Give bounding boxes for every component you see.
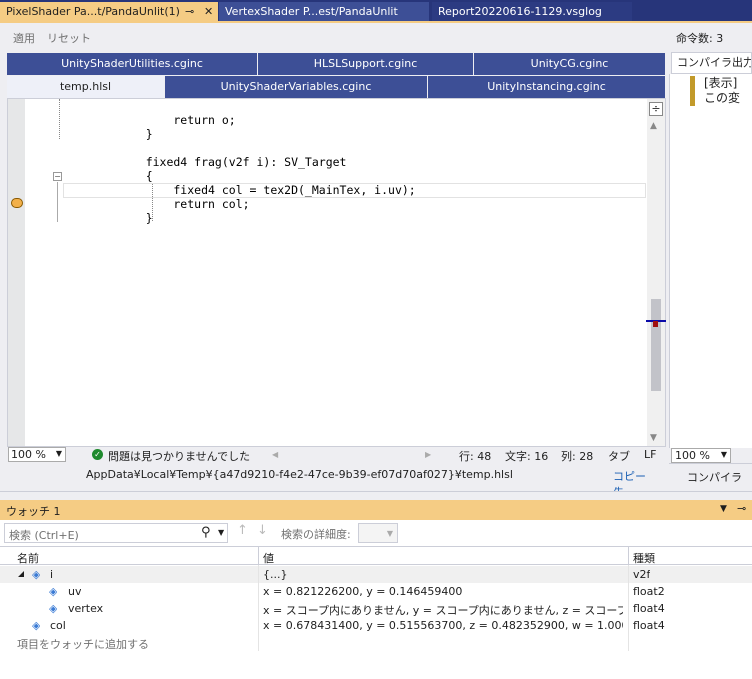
search-depth-label: 検索の詳細度: (281, 528, 351, 541)
scroll-down-icon[interactable]: ▼ (650, 433, 657, 443)
watch-name: vertex (68, 602, 104, 615)
watch-value: x = 0.678431400, y = 0.515563700, z = 0.… (263, 619, 623, 632)
code-line: return col; (118, 197, 250, 211)
watch-row[interactable]: ◈ vertex x = スコープ内にありません, y = スコープ内にありませ… (0, 600, 752, 617)
collapse-icon[interactable]: − (53, 172, 62, 181)
editor-status-bar: 100 % ▼ ✓ 問題は見つかりませんでした ◀ ▶ 行: 48 文字: 16 … (7, 447, 666, 463)
watch-value: x = スコープ内にありません, y = スコープ内にありません, z = スコ… (263, 604, 623, 617)
instruction-count: 命令数: 3 (676, 32, 724, 45)
watch-type: float4 (633, 602, 665, 615)
field-icon: ◈ (49, 602, 58, 615)
col-number: 列: 28 (561, 450, 594, 463)
reset-button[interactable]: リセット (47, 30, 91, 46)
tab-label: VertexShader P...est/PandaUnlit (225, 5, 398, 18)
watch-type: float2 (633, 585, 665, 598)
scroll-right-icon[interactable]: ▶ (425, 450, 431, 459)
search-depth-select[interactable]: ▼ (358, 523, 398, 543)
tab-pixelshader[interactable]: PixelShader Pa...t/PandaUnlit(1) ⊸ ✕ (0, 2, 218, 21)
tab-compiler-output[interactable]: コンパイラ出力 (671, 52, 752, 74)
split-icon[interactable]: ÷ (649, 102, 663, 116)
fold-line (57, 182, 58, 222)
breakpoint-marker (653, 321, 658, 327)
tab-vertexshader[interactable]: VertexShader P...est/PandaUnlit (219, 2, 429, 21)
tab-unityshaderutilities[interactable]: UnityShaderUtilities.cginc (7, 53, 258, 75)
tab-unityshadervariables[interactable]: UnityShaderVariables.cginc (165, 76, 428, 98)
watch-title: ウォッチ 1 (6, 505, 61, 518)
watch-name: i (50, 568, 54, 581)
watch-header: ウォッチ 1 ▼ ⊸ (0, 500, 752, 520)
watch-value: x = 0.821226200, y = 0.146459400 (263, 585, 463, 598)
watch-value: {...} (263, 568, 288, 581)
code-line: { (118, 169, 153, 183)
watch-name: uv (68, 585, 82, 598)
zoom-select[interactable]: 100 % ▼ (8, 447, 66, 462)
tab-unitycg[interactable]: UnityCG.cginc (474, 53, 666, 75)
tab-report[interactable]: Report20220616-1129.vsglog (432, 2, 632, 21)
check-icon: ✓ (92, 449, 103, 460)
eol-mode[interactable]: LF (644, 448, 656, 461)
pin-icon[interactable]: ⊸ (737, 502, 746, 515)
line-number: 行: 48 (459, 450, 492, 463)
watch-type: float4 (633, 619, 665, 632)
col-value-header[interactable]: 値 (263, 550, 274, 566)
editor-gutter (8, 99, 25, 446)
tab-hlslsupport[interactable]: HLSLSupport.cginc (258, 53, 474, 75)
watch-type: v2f (633, 568, 651, 581)
col-name-header[interactable]: 名前 (17, 550, 39, 566)
search-dropdown-icon[interactable]: ▼ (218, 528, 224, 537)
watch-row[interactable]: ◈ uv x = 0.821226200, y = 0.146459400 fl… (0, 583, 752, 600)
change-marker (690, 76, 695, 106)
watch-row[interactable]: ◈ col x = 0.678431400, y = 0.515563700, … (0, 617, 752, 634)
watch-column-header: 名前 値 種類 (0, 546, 752, 565)
watch-row[interactable]: ◢ ◈ i {...} v2f (0, 566, 752, 583)
indent-guide (59, 99, 60, 139)
tab-compiler-bottom[interactable]: コンパイラ (669, 463, 752, 488)
panel-splitter[interactable] (0, 491, 752, 498)
field-icon: ◈ (32, 619, 41, 632)
char-number: 文字: 16 (505, 450, 549, 463)
column-divider (258, 565, 259, 651)
file-path: AppData¥Local¥Temp¥{a47d9210-f4e2-47ce-9… (86, 468, 513, 481)
expand-icon[interactable]: ◢ (18, 569, 24, 578)
field-icon: ◈ (49, 585, 58, 598)
watch-panel: 検索 (Ctrl+E) ⚲ ▼ ↑ ↓ 検索の詳細度: ▼ 名前 値 種類 ◢ … (0, 520, 752, 679)
tab-label: PixelShader Pa...t/PandaUnlit(1) (6, 5, 180, 18)
search-input[interactable]: 検索 (Ctrl+E) ⚲ ▼ (4, 523, 228, 543)
add-watch-placeholder: 項目をウォッチに追加する (17, 638, 149, 651)
tab-unityinstancing[interactable]: UnityInstancing.cginc (428, 76, 666, 98)
compiler-output-panel: [表示] この変 (669, 74, 752, 448)
shader-toolbar: 適用 リセット 命令数: 3 (0, 23, 752, 50)
arrow-up-icon[interactable]: ↑ (237, 523, 248, 538)
watch-name: col (50, 619, 66, 632)
document-tab-bar: PixelShader Pa...t/PandaUnlit(1) ⊸ ✕ Ver… (0, 0, 752, 21)
arrow-down-icon[interactable]: ↓ (257, 523, 268, 538)
scroll-thumb[interactable] (651, 299, 661, 391)
code-line: } (118, 211, 153, 225)
file-path-bar: AppData¥Local¥Temp¥{a47d9210-f4e2-47ce-9… (7, 463, 666, 499)
close-icon[interactable]: ✕ (204, 2, 213, 21)
dropdown-icon[interactable]: ▼ (720, 504, 727, 514)
current-statement-arrow-icon (11, 198, 23, 208)
code-editor[interactable]: − return o; } fixed4 frag(v2f i): SV_Tar… (7, 98, 666, 447)
tab-label: Report20220616-1129.vsglog (438, 5, 602, 18)
pin-icon[interactable]: ⊸ (185, 2, 194, 21)
issues-status: 問題は見つかりませんでした (108, 450, 251, 463)
output-zoom-select[interactable]: 100 % ▼ (671, 448, 731, 463)
field-icon: ◈ (32, 568, 41, 581)
tab-mode[interactable]: タブ (608, 448, 630, 464)
scroll-up-icon[interactable]: ▲ (650, 121, 657, 131)
code-line: fixed4 frag(v2f i): SV_Target (118, 155, 347, 169)
add-watch-row[interactable]: 項目をウォッチに追加する (0, 634, 752, 651)
search-icon[interactable]: ⚲ (201, 525, 211, 540)
tab-temp-hlsl[interactable]: temp.hlsl (7, 76, 165, 98)
code-line: fixed4 col = tex2D(_MainTex, i.uv); (118, 183, 416, 197)
column-divider (628, 565, 629, 651)
code-line: return o; (118, 113, 236, 127)
scroll-left-icon[interactable]: ◀ (272, 450, 278, 459)
apply-button[interactable]: 適用 (13, 30, 35, 46)
output-line: この変 (704, 91, 741, 105)
code-line: } (118, 127, 153, 141)
vertical-scrollbar[interactable]: ÷ ▲ ▼ (646, 99, 666, 446)
col-type-header[interactable]: 種類 (633, 550, 655, 566)
